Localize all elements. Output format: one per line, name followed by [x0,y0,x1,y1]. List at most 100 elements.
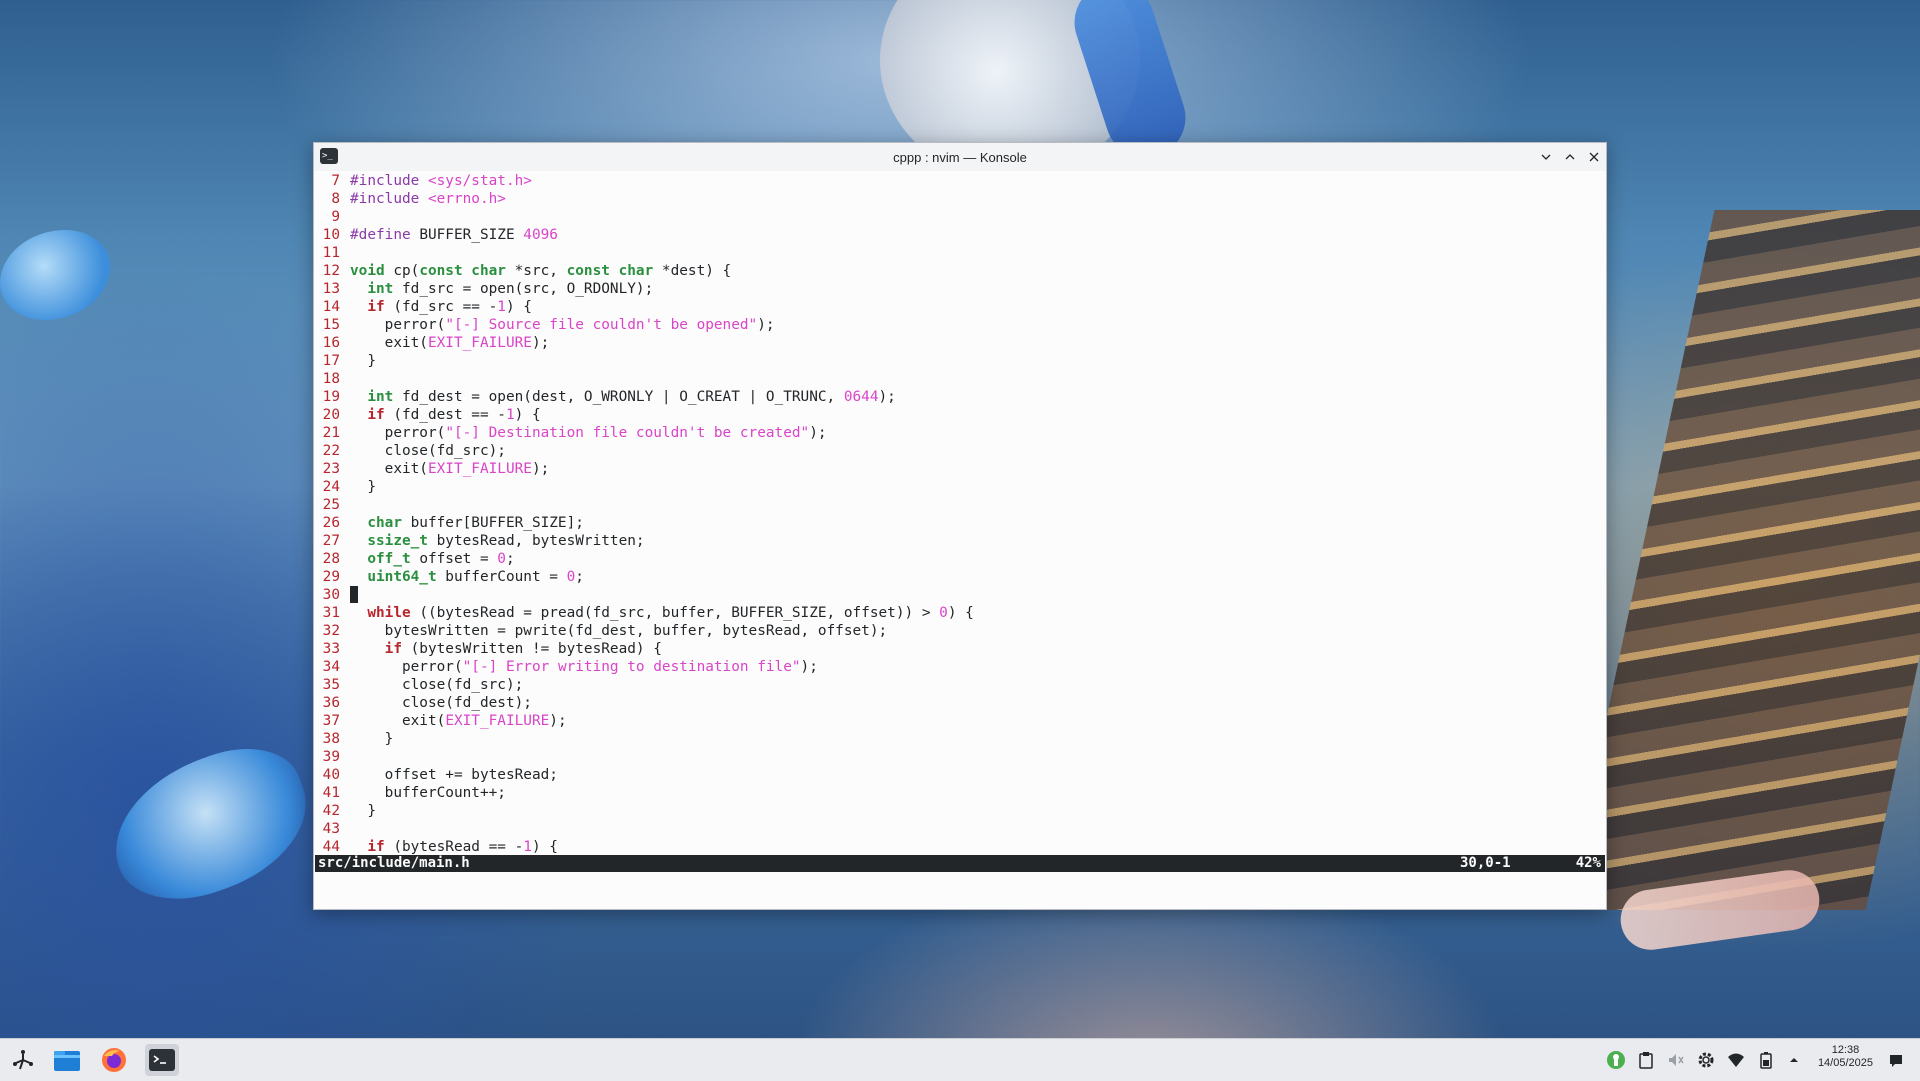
code-token: bufferCount = [436,569,567,585]
code-token: exit( [350,713,446,729]
tray-keepassxc[interactable] [1606,1050,1626,1070]
line-code: #include <errno.h> [350,191,506,207]
code-line[interactable]: 17 } [316,352,1604,370]
code-line[interactable]: 26 char buffer[BUFFER_SIZE]; [316,514,1604,532]
taskbar-firefox[interactable] [97,1044,131,1076]
code-token: "[-] Destination file couldn't be create… [445,425,810,441]
code-token: 1 [523,839,532,855]
code-line[interactable]: 23 exit(EXIT_FAILURE); [316,460,1604,478]
launcher-icon [13,1050,33,1070]
code-line[interactable]: 34 perror("[-] Error writing to destinat… [316,658,1604,676]
code-line[interactable]: 16 exit(EXIT_FAILURE); [316,334,1604,352]
taskbar-konsole[interactable] [145,1044,179,1076]
code-line[interactable]: 40 offset += bytesRead; [316,766,1604,784]
code-line[interactable]: 36 close(fd_dest); [316,694,1604,712]
line-number: 42 [322,803,340,819]
show-desktop-button[interactable] [1886,1050,1906,1070]
code-line[interactable]: 27 ssize_t bytesRead, bytesWritten; [316,532,1604,550]
code-line[interactable]: 14 if (fd_src == -1) { [316,298,1604,316]
line-code: offset += bytesRead; [350,767,558,783]
code-token: #define [350,227,420,243]
code-line[interactable]: 44 if (bytesRead == -1) { [316,838,1604,856]
tray-network[interactable] [1726,1050,1746,1070]
code-token: 1 [505,407,515,423]
code-line[interactable]: 37 exit(EXIT_FAILURE); [316,712,1604,730]
code-line[interactable]: 32 bytesWritten = pwrite(fd_dest, buffer… [316,622,1604,640]
line-number: 8 [331,191,340,207]
tray-volume[interactable] [1666,1050,1686,1070]
code-line[interactable]: 31 while ((bytesRead = pread(fd_src, buf… [316,604,1604,622]
code-line[interactable]: 15 perror("[-] Source file couldn't be o… [316,316,1604,334]
line-number: 13 [322,281,340,297]
code-token: ); [531,335,550,351]
tray-battery[interactable] [1756,1050,1776,1070]
code-line[interactable]: 25 [316,496,1604,514]
close-button[interactable] [1584,147,1604,167]
code-line[interactable]: 8 #include <errno.h> [316,190,1604,208]
clock-time: 12:38 [1831,1044,1860,1056]
line-number: 39 [322,749,340,765]
statusline-scroll-percent: 42% [1575,855,1601,871]
code-line[interactable]: 11 [316,244,1604,262]
wifi-icon [1728,1053,1744,1067]
taskbar-clock[interactable]: 12:38 14/05/2025 [1818,1044,1873,1070]
code-line[interactable]: 13 int fd_src = open(src, O_RDONLY); [316,280,1604,298]
code-token: ((bytesRead = pread(fd_src, buffer, BUFF… [410,605,940,621]
line-number: 36 [322,695,340,711]
code-token: "[-] Error writing to destination file" [462,659,801,675]
nvim-statusline: src/include/main.h 30,0-1 42% [315,855,1605,872]
code-line[interactable]: 29 uint64_t bufferCount = 0; [316,568,1604,586]
code-token: } [350,479,376,495]
taskbar: 12:38 14/05/2025 [0,1038,1920,1081]
line-code: close(fd_dest); [350,695,532,711]
code-line[interactable]: 24 } [316,478,1604,496]
line-code: exit(EXIT_FAILURE); [350,461,550,477]
taskbar-file-manager[interactable] [50,1044,84,1076]
window-titlebar[interactable]: >_ cppp : nvim — Konsole [314,143,1606,171]
code-line[interactable]: 38 } [316,730,1604,748]
line-number: 15 [322,317,340,333]
code-line[interactable]: 18 [316,370,1604,388]
code-line[interactable]: 20 if (fd_dest == -1) { [316,406,1604,424]
code-token: if [367,839,385,855]
code-line[interactable]: 28 off_t offset = 0; [316,550,1604,568]
code-line[interactable]: 10 #define BUFFER_SIZE 4096 [316,226,1604,244]
line-number: 24 [322,479,340,495]
line-number: 11 [322,245,340,261]
minimize-button[interactable] [1536,147,1556,167]
line-number: 34 [322,659,340,675]
code-line[interactable]: 43 [316,820,1604,838]
clock-date: 14/05/2025 [1817,1057,1873,1069]
terminal-app-icon[interactable]: >_ [320,148,338,164]
code-line[interactable]: 22 close(fd_src); [316,442,1604,460]
code-line[interactable]: 41 bufferCount++; [316,784,1604,802]
notifications-icon [1890,1055,1902,1067]
code-line[interactable]: 21 perror("[-] Destination file couldn't… [316,424,1604,442]
code-line[interactable]: 9 [316,208,1604,226]
code-line[interactable]: 33 if (bytesWritten != bytesRead) { [316,640,1604,658]
nvim-editor-buffer[interactable]: 7 #include <sys/stat.h> 8 #include <errno.h… [316,172,1604,855]
line-code: ssize_t bytesRead, bytesWritten; [350,533,644,549]
line-code: if (bytesWritten != bytesRead) { [350,641,662,657]
tray-expand[interactable] [1784,1050,1804,1070]
code-line[interactable]: 42 } [316,802,1604,820]
line-number: 32 [322,623,340,639]
code-line[interactable]: 7 #include <sys/stat.h> [316,172,1604,190]
code-line[interactable]: 35 close(fd_src); [316,676,1604,694]
konsole-window[interactable]: >_ cppp : nvim — Konsole 7 #include <sys/… [313,142,1607,910]
tray-clipboard[interactable] [1636,1050,1656,1070]
line-code: void cp(const char *src, const char *des… [350,263,731,279]
line-code: exit(EXIT_FAILURE); [350,335,550,351]
code-token: exit( [350,335,428,351]
line-code: if (fd_dest == -1) { [350,407,540,423]
code-line[interactable]: 39 [316,748,1604,766]
code-line[interactable]: 19 int fd_dest = open(dest, O_WRONLY | O… [316,388,1604,406]
code-token: cp( [384,263,420,279]
tray-settings[interactable] [1696,1050,1716,1070]
maximize-button[interactable] [1560,147,1580,167]
code-line[interactable]: 12 void cp(const char *src, const char *d… [316,262,1604,280]
code-line[interactable]: 30 [316,586,1604,604]
application-launcher-button[interactable] [6,1044,40,1076]
